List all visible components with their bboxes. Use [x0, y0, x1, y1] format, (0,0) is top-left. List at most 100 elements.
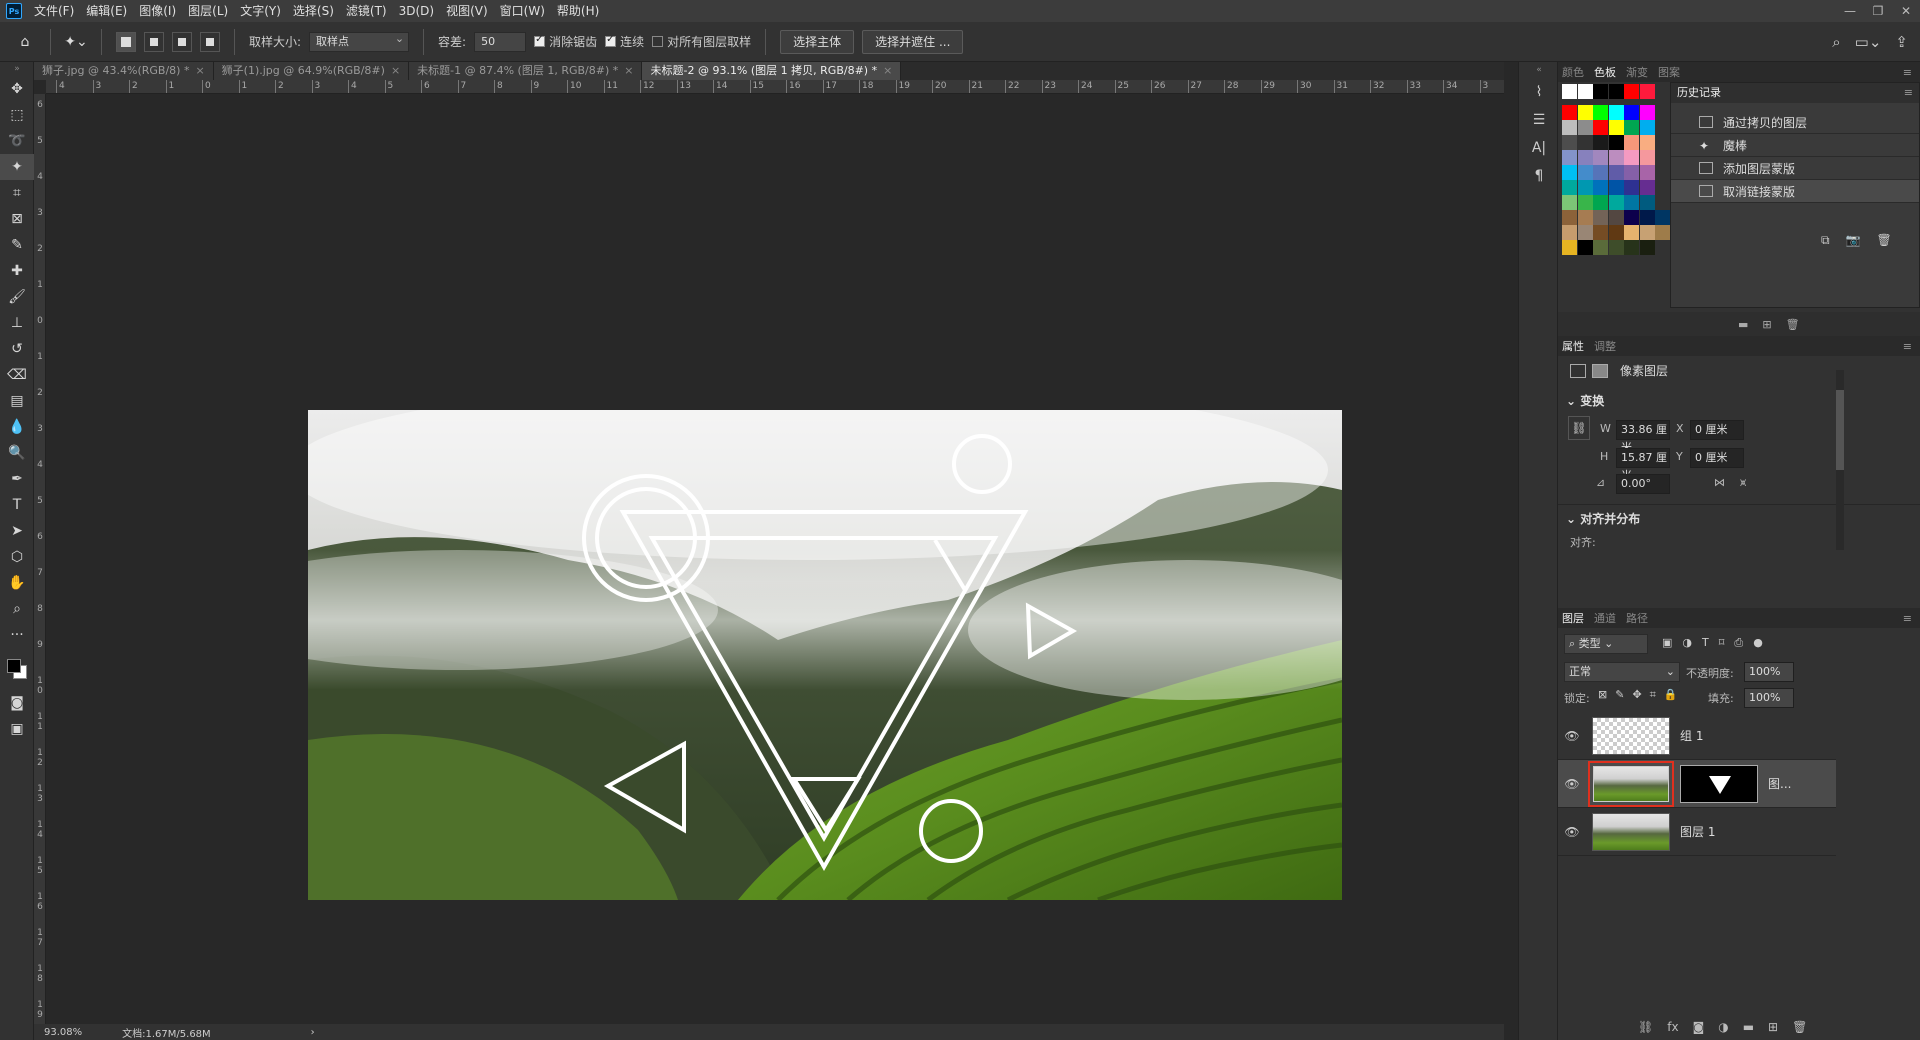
color-swatch[interactable]: [1624, 135, 1639, 150]
more-tools-icon[interactable]: ···: [0, 622, 34, 648]
layer-name[interactable]: 图...: [1768, 775, 1791, 792]
flip-horizontal-icon[interactable]: ⋈: [1714, 476, 1725, 489]
magic-wand-tool-icon[interactable]: ✦: [0, 154, 34, 180]
color-swatch[interactable]: [1608, 180, 1624, 195]
marquee-tool-icon[interactable]: ⬚: [0, 102, 34, 128]
color-swatch[interactable]: [1562, 120, 1577, 135]
new-group-icon[interactable]: ▬: [1738, 318, 1748, 331]
path-selection-icon[interactable]: ➤: [0, 518, 34, 544]
color-swatch[interactable]: [1639, 195, 1655, 210]
color-swatch[interactable]: [1624, 195, 1639, 210]
dodge-tool-icon[interactable]: 🔍: [0, 440, 34, 466]
layer-row[interactable]: 👁 组 1: [1558, 712, 1836, 760]
color-swatch[interactable]: [1639, 240, 1655, 255]
add-mask-icon[interactable]: ◙: [1693, 1020, 1705, 1034]
tab-document-4[interactable]: 未标题-2 @ 93.1% (图层 1 拷贝, RGB/8#) * ×: [642, 62, 902, 80]
new-document-from-state-icon[interactable]: ⧉: [1821, 233, 1830, 248]
lock-position-icon[interactable]: ✥: [1632, 688, 1641, 702]
history-item-selected[interactable]: 取消链接蒙版: [1671, 180, 1919, 203]
tab-swatches[interactable]: 色板: [1594, 64, 1616, 80]
frame-tool-icon[interactable]: ⊠: [0, 206, 34, 232]
menu-window[interactable]: 窗口(W): [494, 0, 551, 22]
layer-row[interactable]: 👁 图层 1: [1558, 808, 1836, 856]
link-layers-icon[interactable]: ⛓: [1638, 1020, 1653, 1034]
new-group-folder-icon[interactable]: ▬: [1743, 1020, 1754, 1034]
minimize-button[interactable]: —: [1836, 4, 1864, 18]
subtract-selection-icon[interactable]: [172, 31, 192, 52]
gradient-tool-icon[interactable]: ▤: [0, 388, 34, 414]
visibility-eye-icon[interactable]: 👁: [1558, 729, 1586, 743]
color-swatch[interactable]: [1562, 105, 1577, 120]
blend-mode-select[interactable]: 正常 ⌄: [1564, 662, 1680, 682]
color-swatch[interactable]: [1624, 84, 1639, 99]
tab-patterns[interactable]: 图案: [1658, 64, 1680, 80]
layer-thumbnail[interactable]: [1592, 716, 1670, 755]
color-swatch[interactable]: [1608, 120, 1624, 135]
menu-select[interactable]: 选择(S): [287, 0, 340, 22]
width-field[interactable]: 33.86 厘米: [1616, 420, 1670, 454]
color-swatch[interactable]: [1624, 150, 1639, 165]
color-swatch[interactable]: [1577, 105, 1593, 120]
color-swatch[interactable]: [1562, 210, 1577, 225]
color-swatch[interactable]: [1624, 105, 1639, 120]
share-icon[interactable]: ⇪: [1895, 33, 1908, 51]
snapshot-icon[interactable]: 📷: [1846, 233, 1861, 248]
collapse-dock-icon[interactable]: «: [1519, 62, 1559, 78]
color-swatch[interactable]: [1639, 210, 1655, 225]
color-swatch[interactable]: [1639, 150, 1655, 165]
color-swatch[interactable]: [1608, 105, 1624, 120]
y-field[interactable]: 0 厘米: [1690, 448, 1744, 468]
layer-name[interactable]: 图层 1: [1680, 823, 1715, 840]
color-swatch[interactable]: [1577, 210, 1593, 225]
color-swatch[interactable]: [1577, 135, 1593, 150]
zoom-tool-icon[interactable]: ⌕: [0, 596, 34, 622]
color-swatch[interactable]: [1608, 240, 1624, 255]
menu-view[interactable]: 视图(V): [440, 0, 494, 22]
clone-stamp-icon[interactable]: ⊥: [0, 310, 34, 336]
mask-icon[interactable]: [1592, 363, 1608, 378]
menu-3d[interactable]: 3D(D): [393, 0, 440, 22]
flip-vertical-icon[interactable]: ⩙: [1740, 476, 1746, 490]
move-tool-icon[interactable]: ✥: [0, 76, 34, 102]
color-swatch[interactable]: [1639, 165, 1655, 180]
color-swatch[interactable]: [1593, 120, 1608, 135]
lock-all-icon[interactable]: 🔒: [1664, 688, 1678, 702]
filter-shape-icon[interactable]: ⌑: [1719, 636, 1725, 650]
color-swatch[interactable]: [1562, 165, 1577, 180]
collapse-toolbar-icon[interactable]: »: [0, 62, 34, 76]
add-selection-icon[interactable]: [144, 31, 164, 52]
color-swatch[interactable]: [1577, 120, 1593, 135]
color-swatch[interactable]: [1639, 105, 1655, 120]
color-swatch[interactable]: [1624, 120, 1639, 135]
visibility-eye-icon[interactable]: 👁: [1558, 825, 1586, 839]
magic-wand-preset-icon[interactable]: ✦⌄: [64, 31, 87, 53]
workspace-icon[interactable]: ▭⌄: [1855, 33, 1882, 51]
history-brush-icon[interactable]: ↺: [0, 336, 34, 362]
menu-layer[interactable]: 图层(L): [182, 0, 234, 22]
search-icon[interactable]: ⌕: [1832, 33, 1840, 51]
color-swatch[interactable]: [1639, 84, 1655, 99]
character-icon[interactable]: A|: [1519, 134, 1559, 162]
tab-adjustments[interactable]: 调整: [1594, 338, 1616, 354]
sample-all-layers-checkbox[interactable]: 对所有图层取样: [652, 33, 751, 50]
color-swatch[interactable]: [1655, 210, 1670, 225]
filter-pixel-icon[interactable]: ▣: [1662, 636, 1672, 650]
new-swatch-icon[interactable]: ⊞: [1762, 318, 1771, 331]
color-swatch[interactable]: [1577, 225, 1593, 240]
filter-type-icon[interactable]: T: [1702, 636, 1709, 650]
menu-filter[interactable]: 滤镜(T): [340, 0, 393, 22]
color-swatch[interactable]: [1562, 180, 1577, 195]
color-swatch[interactable]: [1593, 195, 1608, 210]
lock-pixels-icon[interactable]: ✎: [1615, 688, 1624, 702]
color-swatch[interactable]: [1593, 105, 1608, 120]
filter-adjustment-icon[interactable]: ◑: [1682, 636, 1692, 650]
color-swatch[interactable]: [1577, 165, 1593, 180]
color-swatch[interactable]: [1593, 165, 1608, 180]
type-tool-icon[interactable]: T: [0, 492, 34, 518]
color-swatch[interactable]: [1562, 225, 1577, 240]
layer-row-selected[interactable]: 👁 图...: [1558, 760, 1836, 808]
antialias-checkbox[interactable]: 消除锯齿: [534, 33, 597, 50]
paragraph-icon[interactable]: ¶: [1519, 162, 1559, 190]
layer-thumbnail[interactable]: [1593, 765, 1669, 802]
color-swatch[interactable]: [1639, 120, 1655, 135]
